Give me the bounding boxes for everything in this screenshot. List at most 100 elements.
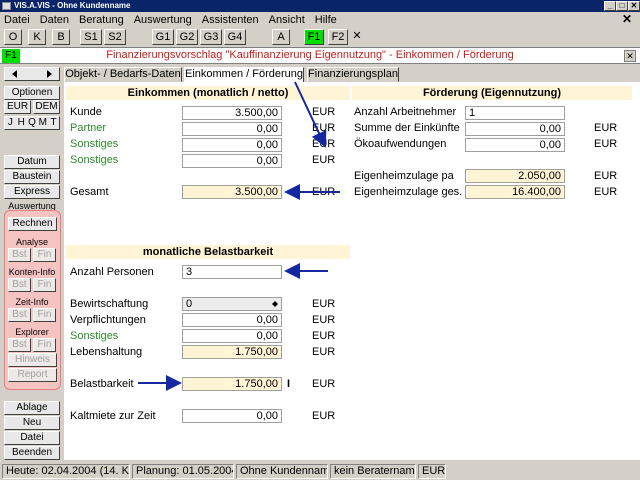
toolbar-f2-button[interactable]: F2 <box>328 29 348 45</box>
einkommen-section-title: Einkommen (monatlich / netto) <box>66 86 350 100</box>
summe-einkuenfte-input[interactable]: 0,00 <box>465 122 565 136</box>
arrow-left-icon <box>12 70 17 78</box>
ablage-button[interactable]: Ablage <box>4 401 60 415</box>
belastbarkeit-label: Belastbarkeit <box>70 378 134 390</box>
menu-close-icon[interactable]: ✕ <box>622 12 632 26</box>
zeitinfo-bst-button[interactable]: Bst <box>8 308 31 322</box>
datei-button[interactable]: Datei <box>4 431 60 445</box>
toolbar-k-button[interactable]: K <box>28 29 46 45</box>
eigenheimzulage-ges-label: Eigenheimzulage ges. <box>354 186 463 198</box>
datum-button[interactable]: Datum <box>4 155 60 169</box>
rechnen-button[interactable]: Rechnen <box>8 217 57 231</box>
sonstiges-1-label: Sonstiges <box>70 138 119 150</box>
toolbar-s1-button[interactable]: S1 <box>80 29 102 45</box>
window-title: VIS.A.VIS - Ohne Kundenname <box>14 1 131 10</box>
status-heute: Heute: 02.04.2004 (14. KW) <box>2 464 130 479</box>
verpflichtungen-input[interactable]: 0,00 <box>182 313 282 327</box>
arrow-right-icon <box>47 70 52 78</box>
partner-input[interactable]: 0,00 <box>182 122 282 136</box>
sonstiges-1-input[interactable]: 0,00 <box>182 138 282 152</box>
baustein-button[interactable]: Baustein <box>4 170 60 184</box>
hinweis-button[interactable]: Hinweis <box>8 353 57 367</box>
konteninfo-bst-button[interactable]: Bst <box>8 278 31 292</box>
period-j-button[interactable]: J <box>5 117 16 129</box>
konteninfo-fin-button[interactable]: Fin <box>33 278 56 292</box>
beenden-button[interactable]: Beenden <box>4 446 60 460</box>
lebenshaltung-unit: EUR <box>312 346 336 358</box>
optionen-button[interactable]: Optionen <box>4 86 60 100</box>
belast-sonstiges-input[interactable]: 0,00 <box>182 329 282 343</box>
period-m-button[interactable]: M <box>37 117 48 129</box>
sonstiges-2-label: Sonstiges <box>70 154 119 166</box>
report-button[interactable]: Report <box>8 368 57 382</box>
menu-auswertung[interactable]: Auswertung <box>134 14 192 26</box>
nav-arrows-icon[interactable] <box>5 68 61 80</box>
anzahl-arbeitnehmer-input[interactable]: 1 <box>465 106 565 120</box>
period-h-button[interactable]: H <box>16 117 27 129</box>
window-close-button[interactable]: ✕ <box>628 1 640 11</box>
toolbar-o-button[interactable]: O <box>4 29 22 45</box>
toolbar-f1-button[interactable]: F1 <box>304 29 324 45</box>
explorer-label: Explorer <box>15 327 49 337</box>
menu-hilfe[interactable]: Hilfe <box>315 14 337 26</box>
currency-dem-button[interactable]: DEM <box>33 100 60 114</box>
oekoaufwendungen-label: Ökoaufwendungen <box>354 138 447 150</box>
anzahl-personen-input[interactable]: 3 <box>182 265 282 279</box>
form-header: F1 Finanzierungsvorschlag "Kauffinanzier… <box>0 47 640 64</box>
period-q-button[interactable]: Q <box>27 117 38 129</box>
toolbar-g4-button[interactable]: G4 <box>224 29 246 45</box>
bewirtschaftung-unit: EUR <box>312 298 336 310</box>
toolbar-a-button[interactable]: A <box>272 29 290 45</box>
minimize-button[interactable]: _ <box>604 1 616 11</box>
toolbar-b-button[interactable]: B <box>52 29 70 45</box>
form-close-icon[interactable]: ✕ <box>624 50 636 62</box>
belastbarkeit-unit: EUR <box>312 378 336 390</box>
gesamt-value: 3.500,00 <box>182 185 282 199</box>
menu-bar: Datei Daten Beratung Auswertung Assisten… <box>0 12 640 28</box>
zeitinfo-fin-button[interactable]: Fin <box>33 308 56 322</box>
verpflichtungen-unit: EUR <box>312 314 336 326</box>
kunde-input[interactable]: 3.500,00 <box>182 106 282 120</box>
toolbar-s2-button[interactable]: S2 <box>104 29 126 45</box>
konteninfo-label: Konten-Info <box>8 267 56 277</box>
analyse-fin-button[interactable]: Fin <box>33 248 56 262</box>
maximize-button[interactable]: □ <box>616 1 628 11</box>
explorer-fin-button[interactable]: Fin <box>33 338 56 352</box>
toolbar-g3-button[interactable]: G3 <box>200 29 222 45</box>
menu-beratung[interactable]: Beratung <box>79 14 124 26</box>
kaltmiete-input[interactable]: 0,00 <box>182 409 282 423</box>
sonstiges-2-input[interactable]: 0,00 <box>182 154 282 168</box>
oekoaufwendungen-input[interactable]: 0,00 <box>465 138 565 152</box>
summe-einkuenfte-label: Summe der Einkünfte <box>354 122 460 134</box>
menu-daten[interactable]: Daten <box>40 14 69 26</box>
menu-datei[interactable]: Datei <box>4 14 30 26</box>
status-planung: Planung: 01.05.2004 <box>132 464 234 479</box>
tab-einkommen-foerderung[interactable]: Einkommen / Förderung <box>184 67 304 83</box>
lebenshaltung-value: 1.750,00 <box>182 345 282 359</box>
eigenheimzulage-ges-value: 16.400,00 <box>465 185 565 199</box>
neu-button[interactable]: Neu <box>4 416 60 430</box>
foerderung-section-title: Förderung (Eigennutzung) <box>352 86 632 100</box>
zeitinfo-label: Zeit-Info <box>15 297 49 307</box>
lebenshaltung-label: Lebenshaltung <box>70 346 143 358</box>
explorer-bst-button[interactable]: Bst <box>8 338 31 352</box>
anzahl-personen-label: Anzahl Personen <box>70 266 154 278</box>
tab-objekt-bedarfs-daten[interactable]: Objekt- / Bedarfs-Daten <box>64 67 182 82</box>
tab-finanzierungsplan[interactable]: Finanzierungsplan <box>307 67 399 82</box>
kaltmiete-unit: EUR <box>312 410 336 422</box>
express-button[interactable]: Express <box>4 185 60 199</box>
eigenheimzulage-ges-unit: EUR <box>594 186 618 198</box>
currency-eur-button[interactable]: EUR <box>4 100 31 114</box>
menu-assistenten[interactable]: Assistenten <box>202 14 259 26</box>
toolbar-g1-button[interactable]: G1 <box>152 29 174 45</box>
belast-sonstiges-label: Sonstiges <box>70 330 119 342</box>
form-title: Finanzierungsvorschlag "Kauffinanzierung… <box>106 49 514 61</box>
analyse-bst-button[interactable]: Bst <box>8 248 31 262</box>
toolbar-g2-button[interactable]: G2 <box>176 29 198 45</box>
eigenheimzulage-pa-label: Eigenheimzulage pa <box>354 170 454 182</box>
period-t-button[interactable]: T <box>48 117 59 129</box>
menu-ansicht[interactable]: Ansicht <box>269 14 305 26</box>
nav-arrows <box>4 67 60 81</box>
toolbar-close-icon[interactable]: ✕ <box>350 29 364 45</box>
bewirtschaftung-select[interactable]: 0 <box>182 297 282 311</box>
